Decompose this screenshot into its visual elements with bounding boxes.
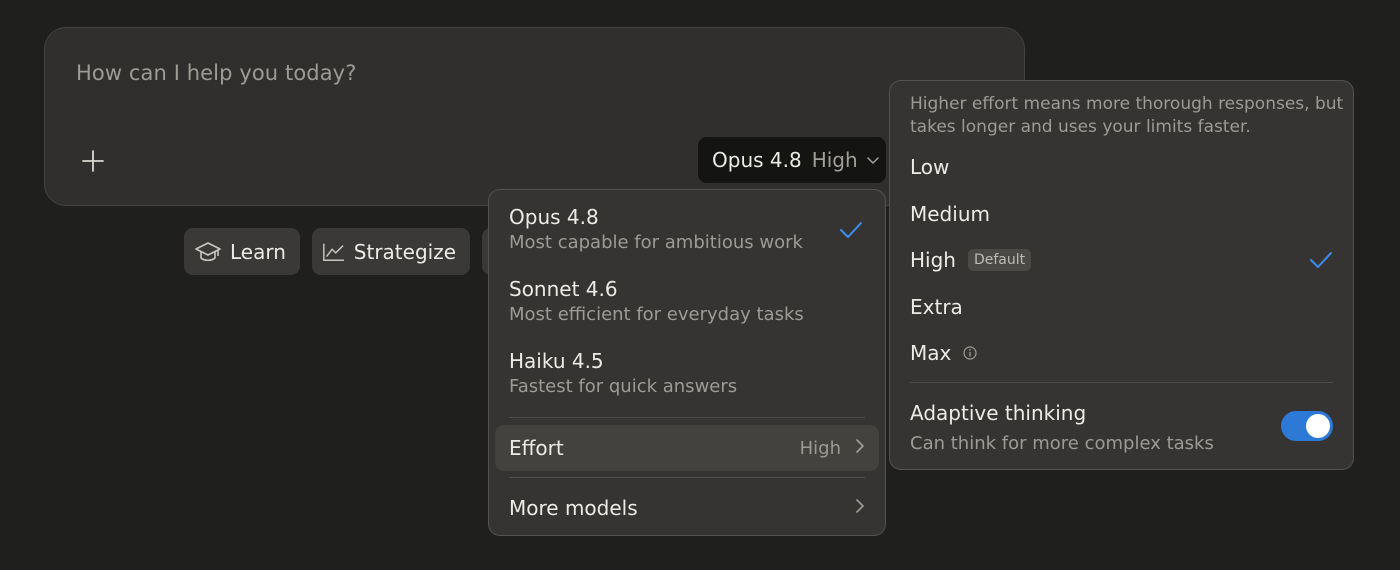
effort-description: Higher effort means more thorough respon… [910,94,1344,137]
effort-option-low[interactable]: Low [910,147,1333,187]
info-icon[interactable] [963,346,977,360]
effort-option-extra[interactable]: Extra [910,287,1333,327]
model-option-sonnet[interactable]: Sonnet 4.6 Most efficient for everyday t… [509,277,865,327]
model-option-title: Haiku 4.5 [509,349,604,373]
effort-menu-item[interactable]: Effort High [495,425,879,471]
model-option-title: Sonnet 4.6 [509,277,618,301]
model-menu: Opus 4.8 Most capable for ambitious work… [488,189,886,536]
adaptive-thinking-toggle[interactable] [1281,411,1333,441]
divider [509,417,865,418]
model-option-title: Opus 4.8 [509,205,599,229]
effort-label: Effort [509,436,564,460]
model-option-subtitle: Fastest for quick answers [509,376,738,397]
more-models-menu-item[interactable]: More models [495,485,879,531]
model-option-subtitle: Most efficient for everyday tasks [509,304,804,325]
chevron-down-icon [866,153,880,167]
effort-option-label: Low [910,155,950,179]
line-chart-icon [323,243,344,261]
adaptive-thinking-title: Adaptive thinking [910,401,1087,425]
strategize-chip-button[interactable]: Strategize [312,228,470,275]
adaptive-thinking-subtitle: Can think for more complex tasks [910,433,1214,454]
divider [509,477,865,478]
effort-option-label: Medium [910,202,990,226]
effort-option-high[interactable]: High Default [910,240,1333,280]
default-badge: Default [967,249,1032,271]
chip-label: Learn [230,239,286,264]
more-models-label: More models [509,496,638,520]
model-selector-model: Opus 4.8 [712,148,802,172]
model-option-haiku[interactable]: Haiku 4.5 Fastest for quick answers [509,349,865,399]
model-option-opus[interactable]: Opus 4.8 Most capable for ambitious work [509,205,865,255]
plus-icon [82,150,104,172]
model-option-subtitle: Most capable for ambitious work [509,232,803,253]
checkmark-icon [839,220,863,244]
prompt-input-placeholder[interactable]: How can I help you today? [76,61,356,85]
toggle-knob [1306,414,1330,438]
effort-option-max[interactable]: Max [910,333,1333,373]
effort-option-label: Extra [910,295,963,319]
effort-option-label: Max [910,341,952,365]
learn-chip-button[interactable]: Learn [184,228,300,275]
effort-panel: Higher effort means more thorough respon… [889,80,1354,470]
divider [910,382,1333,383]
graduation-cap-icon [195,241,221,261]
chevron-right-icon [855,438,865,458]
effort-value: High [799,437,841,459]
checkmark-icon [1309,250,1333,275]
model-selector-effort: High [811,148,858,172]
chevron-right-icon [855,498,865,518]
chip-label: Strategize [353,239,456,264]
add-attachment-button[interactable] [75,143,111,179]
effort-option-label: High [910,248,956,272]
effort-option-medium[interactable]: Medium [910,194,1333,234]
model-selector-button[interactable]: Opus 4.8 High [698,137,886,183]
